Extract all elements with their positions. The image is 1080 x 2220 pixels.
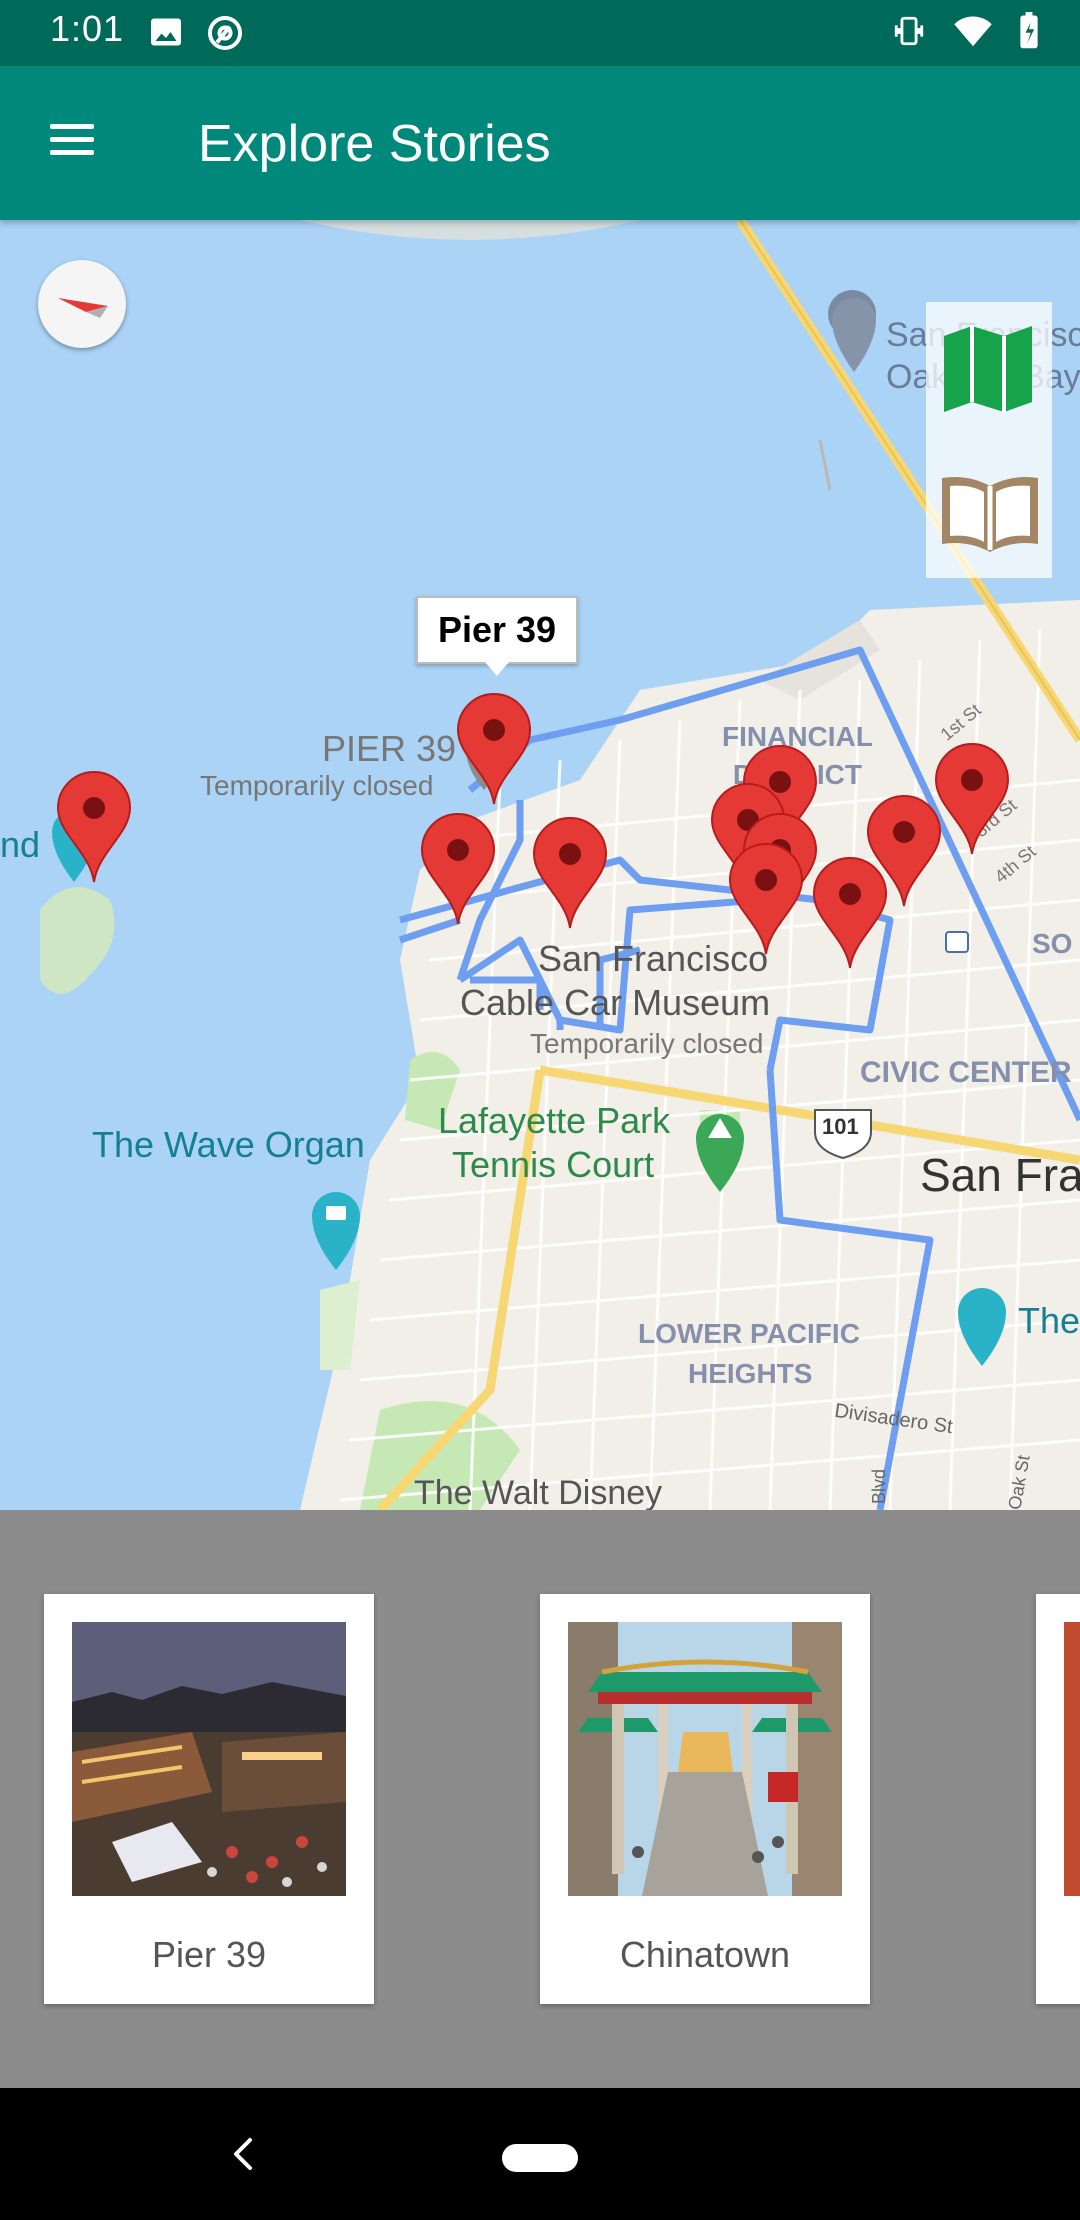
lower-pacific-heights-label-1: LOWER PACIFIC <box>638 1318 860 1349</box>
story-pin-nob-hill[interactable] <box>728 842 804 956</box>
story-cards-carousel[interactable]: Pier 39 Chinatown <box>0 1510 1080 2088</box>
blvd-label: Blvd <box>869 1468 890 1505</box>
cable-car-status-label: Temporarily closed <box>530 1028 764 1059</box>
image-notification-icon <box>151 18 181 46</box>
story-pin-market-st[interactable] <box>866 794 942 908</box>
story-card-chinatown[interactable]: Chinatown <box>540 1594 870 2004</box>
status-system-icons <box>890 12 1040 50</box>
map-view[interactable]: PIER 39 Temporarily closed nd San Franci… <box>0 220 1080 1510</box>
menu-icon <box>50 124 94 129</box>
home-button[interactable] <box>502 2144 578 2172</box>
island-label: nd <box>0 824 41 865</box>
story-pin-embarcadero[interactable] <box>934 742 1010 856</box>
the-label: The <box>1018 1300 1080 1341</box>
status-time: 1:01 <box>50 8 125 49</box>
menu-button[interactable] <box>40 116 104 170</box>
highway-101-label: 101 <box>822 1114 859 1139</box>
chinatown-thumbnail <box>568 1622 842 1896</box>
battery-icon <box>1020 12 1038 49</box>
story-card-pier39[interactable]: Pier 39 <box>44 1594 374 2004</box>
pier39-thumbnail <box>72 1622 346 1896</box>
back-icon[interactable] <box>222 2132 262 2176</box>
status-bar: 1:01 <box>0 0 1080 66</box>
story-card-title: Chinatown <box>619 1934 791 1975</box>
story-pin-island[interactable] <box>56 770 132 884</box>
cable-car-label-2: Cable Car Museum <box>460 982 771 1023</box>
civic-center-label: CIVIC CENTER <box>860 1056 1072 1089</box>
view-toggle-panel <box>926 302 1052 578</box>
story-pin-pier39[interactable] <box>456 692 532 806</box>
map-icon[interactable] <box>940 322 1036 416</box>
app-title: Explore Stories <box>198 115 551 173</box>
story-pin-north-beach[interactable] <box>532 816 608 930</box>
walt-disney-label: The Walt Disney <box>414 1474 663 1510</box>
compass-icon <box>58 298 108 318</box>
soma-label: SO <box>1032 928 1073 959</box>
compass-button[interactable] <box>38 260 126 348</box>
lafayette-park-label-2: Tennis Court <box>452 1144 655 1185</box>
san-francisco-label: San Fra <box>920 1149 1080 1201</box>
pier39-status-label: Temporarily closed <box>200 770 434 801</box>
book-icon[interactable] <box>938 472 1042 554</box>
next-thumbnail <box>1064 1622 1080 1896</box>
status-notification-icons <box>148 14 244 52</box>
lafayette-park-label-1: Lafayette Park <box>438 1100 671 1141</box>
vibrate-icon <box>894 16 924 46</box>
lower-pacific-heights-label-2: HEIGHTS <box>688 1358 813 1389</box>
story-pin-fishermans-wharf[interactable] <box>420 812 496 926</box>
app-bar: Explore Stories <box>0 66 1080 220</box>
selected-pin-callout[interactable]: Pier 39 <box>416 596 578 676</box>
at-sign-icon <box>207 15 243 51</box>
story-card-next[interactable] <box>1036 1594 1080 2004</box>
story-card-title: Pier 39 <box>151 1934 267 1975</box>
pier39-map-label: PIER 39 <box>322 728 457 769</box>
wave-organ-label: The Wave Organ <box>92 1124 365 1165</box>
system-nav-bar <box>0 2088 1080 2220</box>
wifi-icon <box>954 16 992 47</box>
